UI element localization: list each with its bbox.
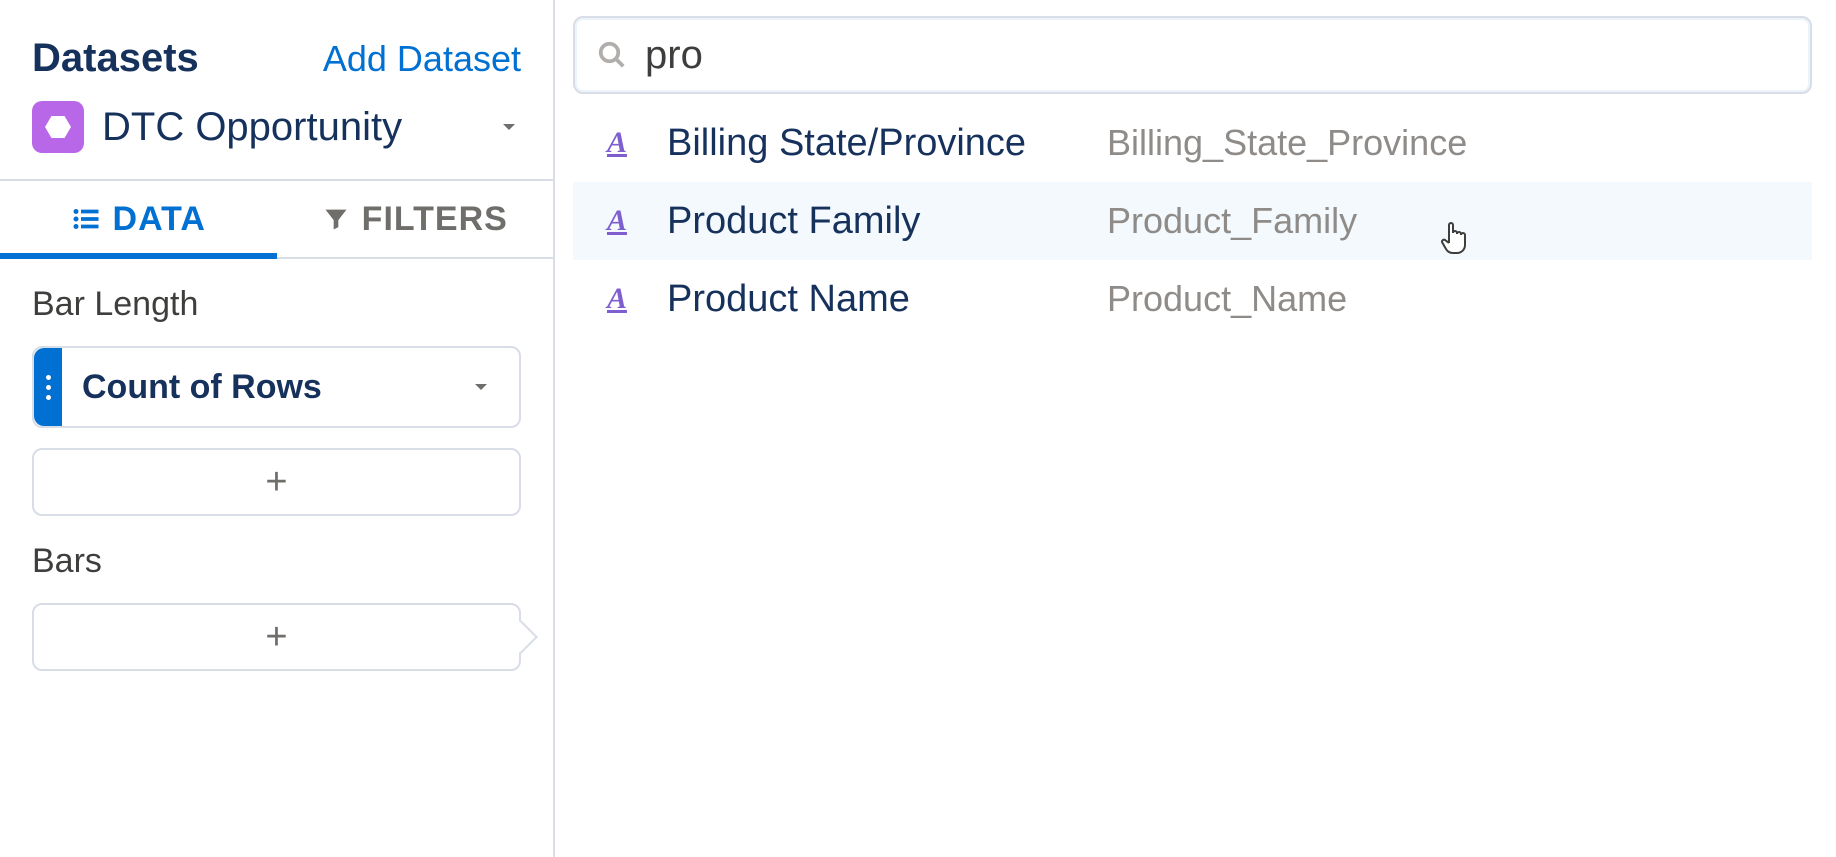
field-api: Product_Family [1107,200,1357,242]
dimension-icon: A [597,282,637,316]
chevron-down-icon [497,115,521,139]
plus-icon: + [265,616,287,659]
list-icon [71,204,101,234]
field-result[interactable]: A Product Name Product_Name [573,260,1812,338]
chevron-down-icon [469,375,493,399]
tab-filters[interactable]: FILTERS [277,181,554,257]
tab-filters-label: FILTERS [362,200,508,239]
add-dataset-link[interactable]: Add Dataset [323,38,521,80]
popover-notch [504,620,538,654]
sidebar-tabs: DATA FILTERS [0,181,553,259]
field-api: Product_Name [1107,278,1347,320]
bar-length-measure[interactable]: Count of Rows [32,346,521,428]
field-search-input[interactable] [645,33,1788,78]
add-bar-length-button[interactable]: + [32,448,521,516]
dataset-icon [32,101,84,153]
datasets-title: Datasets [32,36,199,81]
datasets-header: Datasets Add Dataset [0,0,553,89]
app-root: Datasets Add Dataset DTC Opportunity DAT… [0,0,1836,857]
bars-section: Bars + [0,516,553,671]
bar-length-value: Count of Rows [62,368,469,407]
plus-icon: + [265,461,287,504]
drag-handle-icon[interactable] [34,348,62,426]
dataset-selector[interactable]: DTC Opportunity [0,89,553,181]
field-api: Billing_State_Province [1107,122,1467,164]
tab-data[interactable]: DATA [0,181,277,257]
field-label: Billing State/Province [667,122,1107,165]
filter-icon [322,205,350,233]
dataset-name: DTC Opportunity [102,105,497,150]
field-label: Product Family [667,200,1107,243]
field-result[interactable]: A Product Family Product_Family [573,182,1812,260]
field-results: A Billing State/Province Billing_State_P… [573,104,1812,338]
builder-sidebar: Datasets Add Dataset DTC Opportunity DAT… [0,0,555,857]
tab-data-label: DATA [113,200,206,239]
field-picker-panel: A Billing State/Province Billing_State_P… [555,0,1836,857]
bar-length-section: Bar Length Count of Rows + [0,259,553,516]
bar-length-title: Bar Length [32,285,521,324]
field-result[interactable]: A Billing State/Province Billing_State_P… [573,104,1812,182]
bars-title: Bars [32,542,521,581]
field-label: Product Name [667,278,1107,321]
field-search[interactable] [573,16,1812,94]
dimension-icon: A [597,126,637,160]
add-bars-button[interactable]: + [32,603,521,671]
dimension-icon: A [597,204,637,238]
search-icon [597,40,627,70]
